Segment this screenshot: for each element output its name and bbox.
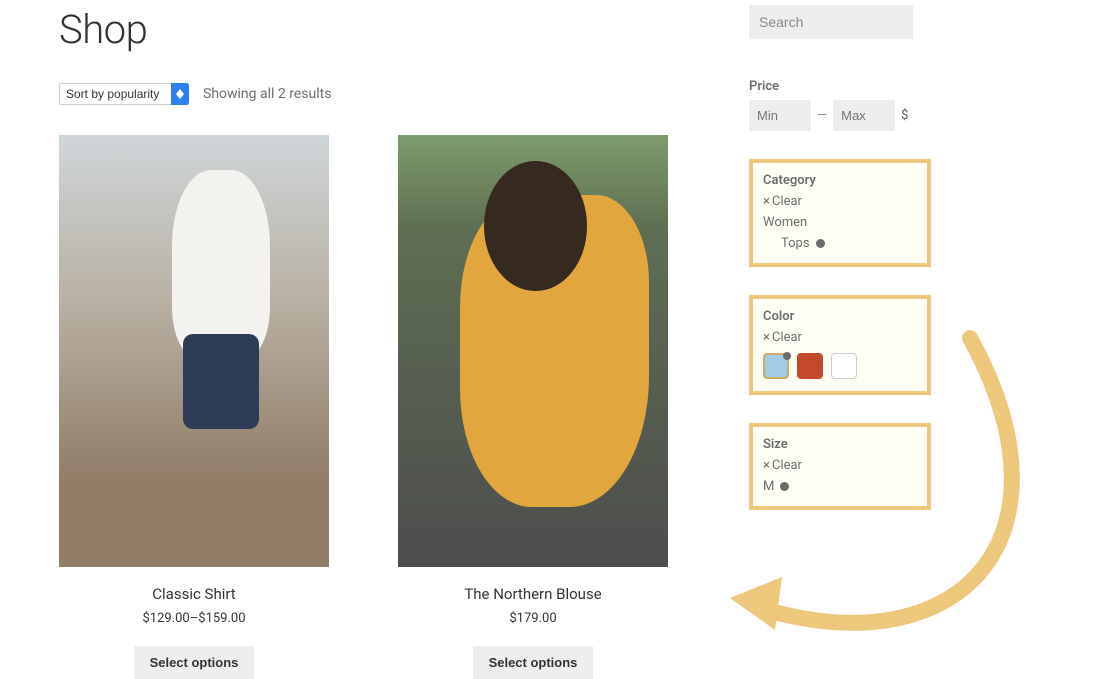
category-filter: Category ×Clear Women Tops	[749, 159, 931, 267]
shop-toolbar: Sort by popularity Showing all 2 results	[59, 83, 722, 105]
clear-size[interactable]: ×Clear	[763, 458, 917, 473]
filter-heading: Category	[763, 173, 917, 188]
select-options-button[interactable]: Select options	[134, 646, 255, 679]
active-dot-icon	[783, 352, 791, 360]
close-icon: ×	[763, 458, 770, 473]
swatch-blue[interactable]	[763, 353, 789, 379]
search-box	[749, 5, 913, 39]
results-count: Showing all 2 results	[203, 86, 331, 102]
search-input[interactable]	[749, 5, 913, 39]
product-card[interactable]: The Northern Blouse $179.00 Select optio…	[398, 135, 668, 679]
active-dot-icon	[780, 482, 789, 491]
size-item-m[interactable]: M	[763, 479, 917, 494]
product-title: Classic Shirt	[59, 585, 329, 603]
filter-heading: Color	[763, 309, 917, 324]
swatch-orange[interactable]	[797, 353, 823, 379]
price-filter-label: Price	[749, 79, 939, 94]
size-filter: Size ×Clear M	[749, 423, 931, 510]
category-item-tops[interactable]: Tops	[781, 236, 917, 251]
close-icon: ×	[763, 194, 770, 209]
page-title: Shop	[59, 6, 722, 53]
product-price: $129.00–$159.00	[59, 611, 329, 626]
sort-select[interactable]: Sort by popularity	[59, 83, 189, 105]
category-item-women[interactable]: Women	[763, 215, 917, 230]
filter-heading: Size	[763, 437, 917, 452]
price-dash: —	[817, 108, 827, 123]
select-options-button[interactable]: Select options	[473, 646, 594, 679]
sidebar: Price — $ Category ×Clear Women Tops Col…	[749, 0, 939, 679]
swatch-white[interactable]	[831, 353, 857, 379]
product-card[interactable]: Classic Shirt $129.00–$159.00 Select opt…	[59, 135, 329, 679]
color-filter: Color ×Clear	[749, 295, 931, 395]
product-image[interactable]	[398, 135, 668, 567]
product-grid: Classic Shirt $129.00–$159.00 Select opt…	[59, 135, 722, 679]
price-currency: $	[901, 108, 908, 123]
product-image[interactable]	[59, 135, 329, 567]
product-price: $179.00	[398, 611, 668, 626]
sort-dropdown[interactable]: Sort by popularity	[59, 83, 189, 105]
color-swatches	[763, 353, 917, 379]
close-icon: ×	[763, 330, 770, 345]
active-dot-icon	[816, 239, 825, 248]
price-max-input[interactable]	[833, 100, 895, 131]
product-title: The Northern Blouse	[398, 585, 668, 603]
clear-category[interactable]: ×Clear	[763, 194, 917, 209]
price-filter: Price — $	[749, 79, 939, 131]
price-min-input[interactable]	[749, 100, 811, 131]
clear-color[interactable]: ×Clear	[763, 330, 917, 345]
